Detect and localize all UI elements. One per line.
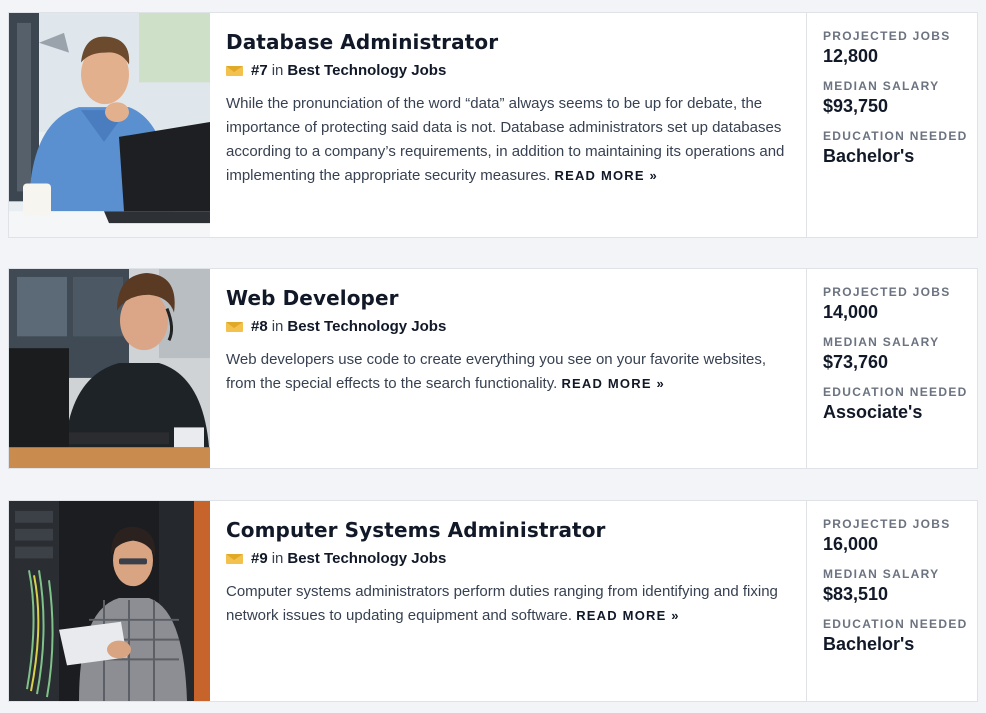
median-salary-label: MEDIAN SALARY xyxy=(823,335,940,349)
read-more-link[interactable]: READ MORE » xyxy=(555,168,659,183)
education-needed-stat: EDUCATION NEEDED Bachelor's xyxy=(823,130,977,166)
job-description-text: Web developers use code to create everyt… xyxy=(226,351,767,392)
median-salary-value: $83,510 xyxy=(823,584,889,604)
job-photo[interactable] xyxy=(9,269,210,468)
rank-number: #9 xyxy=(251,550,268,567)
read-more-link[interactable]: READ MORE » xyxy=(561,376,665,391)
median-salary-stat: MEDIAN SALARY $83,510 xyxy=(823,568,977,604)
man-with-laptop-photo xyxy=(9,13,210,237)
median-salary-label: MEDIAN SALARY xyxy=(823,79,940,93)
projected-jobs-stat: PROJECTED JOBS 12,800 xyxy=(823,30,977,66)
rank-in-text: in xyxy=(271,550,284,567)
job-title[interactable]: Computer Systems Administrator xyxy=(226,518,790,542)
job-main: Database Administrator #7 in Best Techno… xyxy=(210,13,807,237)
education-needed-label: EDUCATION NEEDED xyxy=(823,129,968,143)
job-description-text: While the pronunciation of the word “dat… xyxy=(226,95,785,184)
projected-jobs-value: 14,000 xyxy=(823,302,879,322)
rank-number: #8 xyxy=(251,318,268,335)
education-needed-value: Bachelor's xyxy=(823,146,915,166)
job-card: Computer Systems Administrator #9 in Bes… xyxy=(8,500,978,702)
education-needed-value: Associate's xyxy=(823,402,923,422)
education-needed-label: EDUCATION NEEDED xyxy=(823,385,968,399)
ribbon-icon xyxy=(226,65,243,77)
job-description-text: Computer systems administrators perform … xyxy=(226,583,778,624)
job-card: Database Administrator #7 in Best Techno… xyxy=(8,12,978,238)
developer-with-headset-photo xyxy=(9,269,210,468)
job-card: Web Developer #8 in Best Technology Jobs… xyxy=(8,268,978,469)
job-description: Computer systems administrators perform … xyxy=(226,580,790,628)
job-rank: #8 in Best Technology Jobs xyxy=(226,317,790,337)
median-salary-value: $93,750 xyxy=(823,96,889,116)
projected-jobs-label: PROJECTED JOBS xyxy=(823,517,951,531)
rank-in-text: in xyxy=(271,62,284,79)
education-needed-stat: EDUCATION NEEDED Bachelor's xyxy=(823,618,977,654)
job-rank: #9 in Best Technology Jobs xyxy=(226,549,790,569)
job-stats: PROJECTED JOBS 12,800 MEDIAN SALARY $93,… xyxy=(807,13,977,237)
job-stats: PROJECTED JOBS 14,000 MEDIAN SALARY $73,… xyxy=(807,269,977,468)
education-needed-stat: EDUCATION NEEDED Associate's xyxy=(823,386,977,422)
median-salary-stat: MEDIAN SALARY $73,760 xyxy=(823,336,977,372)
projected-jobs-stat: PROJECTED JOBS 16,000 xyxy=(823,518,977,554)
rank-list-link[interactable]: Best Technology Jobs xyxy=(287,61,446,81)
job-rank: #7 in Best Technology Jobs xyxy=(226,61,790,81)
read-more-link[interactable]: READ MORE » xyxy=(576,608,680,623)
job-description: Web developers use code to create everyt… xyxy=(226,348,790,396)
rank-number: #7 xyxy=(251,62,268,79)
job-stats: PROJECTED JOBS 16,000 MEDIAN SALARY $83,… xyxy=(807,501,977,701)
median-salary-value: $73,760 xyxy=(823,352,889,372)
rank-in-text: in xyxy=(271,318,284,335)
job-title[interactable]: Web Developer xyxy=(226,286,790,310)
projected-jobs-label: PROJECTED JOBS xyxy=(823,285,951,299)
job-description: While the pronunciation of the word “dat… xyxy=(226,92,790,188)
projected-jobs-value: 16,000 xyxy=(823,534,879,554)
projected-jobs-value: 12,800 xyxy=(823,46,879,66)
education-needed-value: Bachelor's xyxy=(823,634,915,654)
median-salary-label: MEDIAN SALARY xyxy=(823,567,940,581)
job-photo[interactable] xyxy=(9,501,210,701)
median-salary-stat: MEDIAN SALARY $93,750 xyxy=(823,80,977,116)
projected-jobs-label: PROJECTED JOBS xyxy=(823,29,951,43)
job-title[interactable]: Database Administrator xyxy=(226,30,790,54)
ribbon-icon xyxy=(226,321,243,333)
ribbon-icon xyxy=(226,553,243,565)
job-photo[interactable] xyxy=(9,13,210,237)
job-main: Computer Systems Administrator #9 in Bes… xyxy=(210,501,807,701)
projected-jobs-stat: PROJECTED JOBS 14,000 xyxy=(823,286,977,322)
admin-with-tablet-in-server-room-photo xyxy=(9,501,210,701)
rank-list-link[interactable]: Best Technology Jobs xyxy=(287,317,446,337)
rank-list-link[interactable]: Best Technology Jobs xyxy=(287,549,446,569)
job-main: Web Developer #8 in Best Technology Jobs… xyxy=(210,269,807,468)
education-needed-label: EDUCATION NEEDED xyxy=(823,617,968,631)
